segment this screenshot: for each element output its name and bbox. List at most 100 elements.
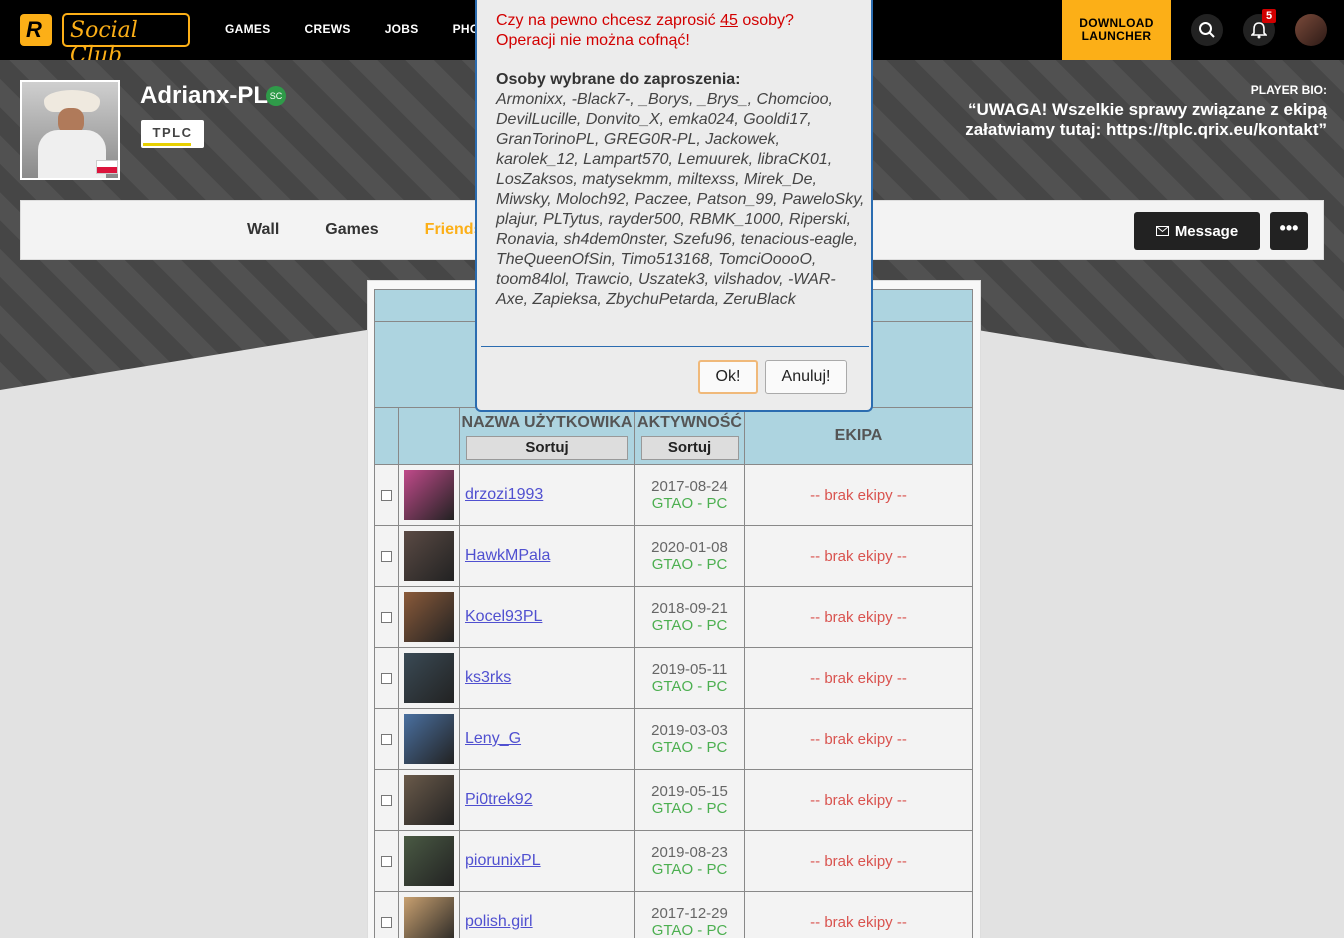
row-checkbox[interactable]: [381, 489, 392, 501]
row-checkbox-cell: [374, 708, 399, 770]
row-checkbox[interactable]: [381, 855, 392, 867]
friend-username-link[interactable]: polish.girl: [460, 913, 533, 930]
rockstar-logo[interactable]: R: [20, 14, 52, 46]
social-club-logo[interactable]: Social Club: [62, 13, 190, 68]
cancel-button[interactable]: Anuluj!: [765, 360, 847, 394]
row-crew-cell: -- brak ekipy --: [744, 708, 973, 770]
platform-label: GTAO - PC: [651, 556, 728, 573]
row-username-cell: piorunixPL: [459, 830, 635, 892]
friend-username-link[interactable]: Leny_G: [460, 730, 521, 747]
platform-label: GTAO - PC: [651, 617, 728, 634]
table-row: HawkMPala 2020-01-08 GTAO - PC -- brak ekip…: [374, 525, 973, 587]
tab-games[interactable]: Games: [325, 221, 378, 239]
username-column-header: NAZWA UŻYTKOWIKA: [461, 414, 633, 431]
row-avatar-cell: [398, 708, 460, 770]
last-activity-date: 2020-01-08: [651, 539, 728, 556]
last-activity-date: 2018-09-21: [651, 600, 728, 617]
dialog-divider: [481, 346, 869, 347]
row-crew-cell: -- brak ekipy --: [744, 586, 973, 648]
nav-games[interactable]: GAMES: [225, 22, 271, 36]
table-row: ks3rks 2019-05-11 GTAO - PC -- brak ekipy -…: [374, 647, 973, 709]
friend-username-link[interactable]: Kocel93PL: [460, 608, 542, 625]
row-activity-cell: 2019-05-15 GTAO - PC: [634, 769, 745, 831]
row-activity-cell: 2019-03-03 GTAO - PC: [634, 708, 745, 770]
row-checkbox[interactable]: [381, 916, 392, 928]
row-checkbox[interactable]: [381, 733, 392, 745]
row-checkbox[interactable]: [381, 611, 392, 623]
tab-friends[interactable]: Friends: [425, 221, 483, 239]
dialog-question: Czy na pewno chcesz zaprosić 45 osoby? O…: [496, 12, 794, 49]
row-username-cell: HawkMPala: [459, 525, 635, 587]
row-checkbox-cell: [374, 830, 399, 892]
last-activity-date: 2017-08-24: [651, 478, 728, 495]
row-username-cell: polish.girl: [459, 891, 635, 938]
row-checkbox[interactable]: [381, 550, 392, 562]
platform-label: GTAO - PC: [651, 495, 728, 512]
crew-column-header: EKIPA: [834, 427, 883, 444]
row-activity-cell: 2017-08-24 GTAO - PC: [634, 464, 745, 526]
row-activity-cell: 2019-08-23 GTAO - PC: [634, 830, 745, 892]
row-crew-cell: -- brak ekipy --: [744, 830, 973, 892]
row-avatar-cell: [398, 464, 460, 526]
more-options-button[interactable]: •••: [1270, 212, 1308, 250]
user-avatar[interactable]: [1295, 14, 1327, 46]
last-activity-date: 2019-05-11: [651, 661, 728, 678]
tab-wall[interactable]: Wall: [247, 221, 279, 239]
sort-activity-button[interactable]: Sortuj: [640, 436, 739, 460]
row-avatar-cell: [398, 830, 460, 892]
table-row: polish.girl 2017-12-29 GTAO - PC -- brak ek…: [374, 891, 973, 938]
nav-jobs[interactable]: JOBS: [385, 22, 419, 36]
envelope-icon: [1155, 226, 1169, 236]
activity-column-header: AKTYWNOŚĆ: [637, 414, 742, 431]
friend-username-link[interactable]: piorunixPL: [460, 852, 541, 869]
row-crew-cell: -- brak ekipy --: [744, 464, 973, 526]
friend-username-link[interactable]: ks3rks: [460, 669, 511, 686]
platform-label: GTAO - PC: [651, 678, 728, 695]
row-checkbox-cell: [374, 769, 399, 831]
friend-username-link[interactable]: Pi0trek92: [460, 791, 533, 808]
row-checkbox-cell: [374, 891, 399, 938]
profile-username: Adrianx-PL: [140, 82, 269, 109]
row-avatar-cell: [398, 525, 460, 587]
row-crew-cell: -- brak ekipy --: [744, 769, 973, 831]
friend-avatar: [404, 653, 454, 703]
row-activity-cell: 2017-12-29 GTAO - PC: [634, 891, 745, 938]
dialog-warning: Operacji nie można cofnąć!: [496, 32, 690, 49]
platform-label: GTAO - PC: [651, 739, 728, 756]
download-launcher-button[interactable]: DOWNLOAD LAUNCHER: [1062, 0, 1171, 60]
row-crew-cell: -- brak ekipy --: [744, 891, 973, 938]
selected-users-list: Armonixx, -Black7-, _Borys, _Brys_, Chom…: [496, 91, 865, 308]
invite-count: 45: [720, 12, 738, 29]
row-username-cell: drzozi1993: [459, 464, 635, 526]
friend-username-link[interactable]: HawkMPala: [460, 547, 550, 564]
last-activity-date: 2019-05-15: [651, 783, 728, 800]
row-checkbox-cell: [374, 525, 399, 587]
row-username-cell: Leny_G: [459, 708, 635, 770]
table-row: Pi0trek92 2019-05-15 GTAO - PC -- brak ekip…: [374, 769, 973, 831]
row-checkbox-cell: [374, 647, 399, 709]
row-activity-cell: 2018-09-21 GTAO - PC: [634, 586, 745, 648]
row-avatar-cell: [398, 647, 460, 709]
row-avatar-cell: [398, 891, 460, 938]
table-row: Kocel93PL 2018-09-21 GTAO - PC -- brak ekip…: [374, 586, 973, 648]
row-checkbox[interactable]: [381, 672, 392, 684]
sort-username-button[interactable]: Sortuj: [466, 436, 628, 460]
row-avatar-cell: [398, 769, 460, 831]
friend-username-link[interactable]: drzozi1993: [460, 486, 543, 503]
search-icon[interactable]: [1191, 14, 1223, 46]
row-checkbox-cell: [374, 586, 399, 648]
poland-flag-icon: [96, 160, 118, 174]
profile-avatar: [20, 80, 120, 180]
message-button[interactable]: Message: [1134, 212, 1260, 250]
row-checkbox[interactable]: [381, 794, 392, 806]
crew-tag-badge[interactable]: TPLC: [141, 120, 204, 148]
nav-crews[interactable]: CREWS: [305, 22, 351, 36]
row-avatar-cell: [398, 586, 460, 648]
ok-button[interactable]: Ok!: [698, 360, 758, 394]
platform-label: GTAO - PC: [651, 922, 728, 938]
row-activity-cell: 2020-01-08 GTAO - PC: [634, 525, 745, 587]
row-checkbox-cell: [374, 464, 399, 526]
row-crew-cell: -- brak ekipy --: [744, 647, 973, 709]
platform-label: GTAO - PC: [651, 861, 728, 878]
player-bio-text: “UWAGA! Wszelkie sprawy związane z ekipą…: [965, 100, 1327, 139]
